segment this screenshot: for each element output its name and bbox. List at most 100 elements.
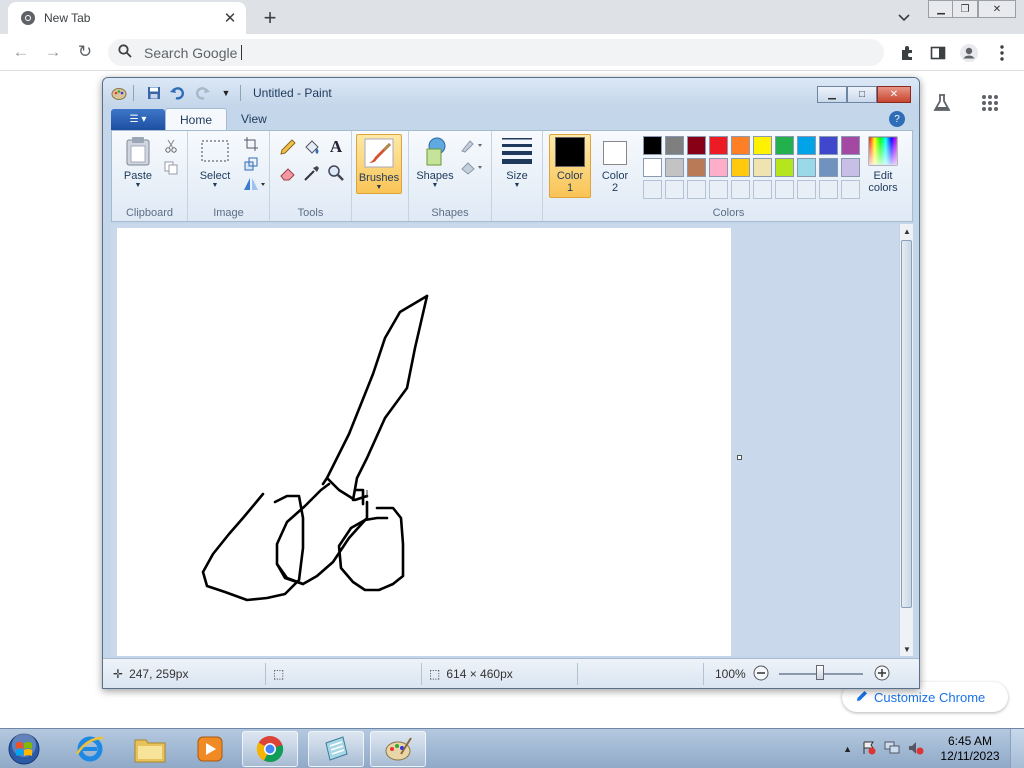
paint-maximize-button[interactable]: □ xyxy=(847,86,877,103)
custom-color-slot[interactable] xyxy=(841,180,860,199)
custom-color-slot[interactable] xyxy=(819,180,838,199)
palette-swatch[interactable] xyxy=(665,158,684,177)
copy-icon[interactable] xyxy=(162,159,180,177)
fill-icon[interactable] xyxy=(459,159,485,177)
color-picker-icon[interactable] xyxy=(302,163,322,183)
outline-icon[interactable] xyxy=(459,137,485,155)
tab-search-icon[interactable] xyxy=(892,6,916,30)
palette-swatch[interactable] xyxy=(797,136,816,155)
palette-swatch[interactable] xyxy=(643,158,662,177)
labs-flask-icon[interactable] xyxy=(929,90,955,116)
forward-button[interactable]: → xyxy=(40,39,66,65)
scroll-down-arrow[interactable]: ▼ xyxy=(900,642,914,656)
color1-button[interactable]: Color 1 xyxy=(549,134,591,198)
palette-swatch[interactable] xyxy=(731,136,750,155)
palette-swatch[interactable] xyxy=(687,158,706,177)
chrome-menu-icon[interactable] xyxy=(991,42,1013,64)
taskbar-explorer-icon[interactable] xyxy=(122,731,178,767)
palette-swatch[interactable] xyxy=(753,158,772,177)
zoom-slider-thumb[interactable] xyxy=(816,665,824,680)
paint-app-icon[interactable] xyxy=(111,85,127,101)
scroll-up-arrow[interactable]: ▲ xyxy=(900,224,914,238)
palette-swatch[interactable] xyxy=(775,158,794,177)
palette-swatch[interactable] xyxy=(775,136,794,155)
custom-color-slot[interactable] xyxy=(687,180,706,199)
palette-swatch[interactable] xyxy=(819,158,838,177)
zoom-in-button[interactable] xyxy=(874,665,890,681)
palette-swatch[interactable] xyxy=(709,158,728,177)
paint-close-button[interactable]: ✕ xyxy=(877,86,911,103)
resize-icon[interactable] xyxy=(242,155,260,173)
action-center-flag-icon[interactable] xyxy=(862,741,876,758)
chrome-close-button[interactable]: ✕ xyxy=(978,0,1016,18)
scroll-thumb[interactable] xyxy=(901,240,912,608)
undo-icon[interactable] xyxy=(170,85,186,101)
magnifier-icon[interactable] xyxy=(326,163,346,183)
custom-color-slot[interactable] xyxy=(709,180,728,199)
fill-bucket-icon[interactable] xyxy=(302,137,322,157)
show-desktop-button[interactable] xyxy=(1010,729,1024,768)
palette-swatch[interactable] xyxy=(841,136,860,155)
drawing-canvas[interactable] xyxy=(117,228,731,656)
paste-button[interactable]: Paste ▼ xyxy=(120,135,156,189)
custom-color-slot[interactable] xyxy=(775,180,794,199)
taskbar-paint-icon[interactable] xyxy=(370,731,426,767)
volume-muted-icon[interactable] xyxy=(908,741,924,758)
palette-swatch[interactable] xyxy=(841,158,860,177)
paint-minimize-button[interactable]: ▁ xyxy=(817,86,847,103)
shapes-button[interactable]: Shapes ▼ xyxy=(415,135,455,189)
palette-swatch[interactable] xyxy=(665,136,684,155)
crop-icon[interactable] xyxy=(242,135,260,153)
text-tool-icon[interactable]: A xyxy=(326,137,346,157)
palette-swatch[interactable] xyxy=(731,158,750,177)
help-icon[interactable]: ? xyxy=(889,111,905,127)
pencil-tool-icon[interactable] xyxy=(278,137,298,157)
new-tab-button[interactable]: + xyxy=(256,4,284,32)
rotate-icon[interactable] xyxy=(242,175,266,193)
taskbar-ie-icon[interactable] xyxy=(62,731,118,767)
canvas-resize-handle[interactable] xyxy=(737,455,742,460)
network-icon[interactable] xyxy=(884,741,900,758)
edit-colors-button[interactable]: Edit colors xyxy=(863,135,903,194)
color2-button[interactable]: Color 2 xyxy=(595,136,635,198)
palette-swatch[interactable] xyxy=(643,136,662,155)
custom-color-slot[interactable] xyxy=(665,180,684,199)
palette-swatch[interactable] xyxy=(687,136,706,155)
vertical-scrollbar[interactable]: ▲ ▼ xyxy=(899,224,913,656)
tab-home[interactable]: Home xyxy=(165,108,228,130)
palette-swatch[interactable] xyxy=(709,136,728,155)
save-icon[interactable] xyxy=(146,85,162,101)
taskbar-clock[interactable]: 6:45 AM 12/11/2023 xyxy=(930,734,1010,764)
taskbar-media-player-icon[interactable] xyxy=(182,731,238,767)
custom-color-slot[interactable] xyxy=(797,180,816,199)
extensions-icon[interactable] xyxy=(896,42,918,64)
eraser-icon[interactable] xyxy=(278,163,298,183)
custom-color-slot[interactable] xyxy=(753,180,772,199)
cut-icon[interactable] xyxy=(162,137,180,155)
profile-avatar-icon[interactable] xyxy=(958,42,980,64)
customize-quick-access-icon[interactable]: ▼ xyxy=(218,85,234,101)
tab-new-tab[interactable]: New Tab ✕ xyxy=(8,2,246,34)
select-button[interactable]: Select ▼ xyxy=(196,135,234,189)
tray-expand-icon[interactable]: ▲ xyxy=(843,744,852,754)
size-button[interactable]: Size ▼ xyxy=(498,135,536,189)
taskbar-notepad-icon[interactable] xyxy=(308,731,364,767)
palette-swatch[interactable] xyxy=(797,158,816,177)
tab-view[interactable]: View xyxy=(227,108,281,130)
chrome-restore-button[interactable]: ❐ xyxy=(952,0,978,18)
side-panel-icon[interactable] xyxy=(927,42,949,64)
back-button[interactable]: ← xyxy=(8,39,34,65)
redo-icon[interactable] xyxy=(194,85,210,101)
taskbar-chrome-icon[interactable] xyxy=(242,731,298,767)
custom-color-slot[interactable] xyxy=(643,180,662,199)
tab-close-icon[interactable]: ✕ xyxy=(220,8,240,28)
zoom-out-button[interactable] xyxy=(753,665,769,681)
brushes-button[interactable]: Brushes ▼ xyxy=(356,134,402,194)
paint-file-menu-button[interactable]: ☰ ▾ xyxy=(111,109,165,130)
omnibox[interactable]: Search Google xyxy=(108,39,884,66)
palette-swatch[interactable] xyxy=(819,136,838,155)
chrome-minimize-button[interactable]: ▁ xyxy=(928,0,954,18)
reload-button[interactable]: ↻ xyxy=(72,39,98,65)
palette-swatch[interactable] xyxy=(753,136,772,155)
custom-color-slot[interactable] xyxy=(731,180,750,199)
